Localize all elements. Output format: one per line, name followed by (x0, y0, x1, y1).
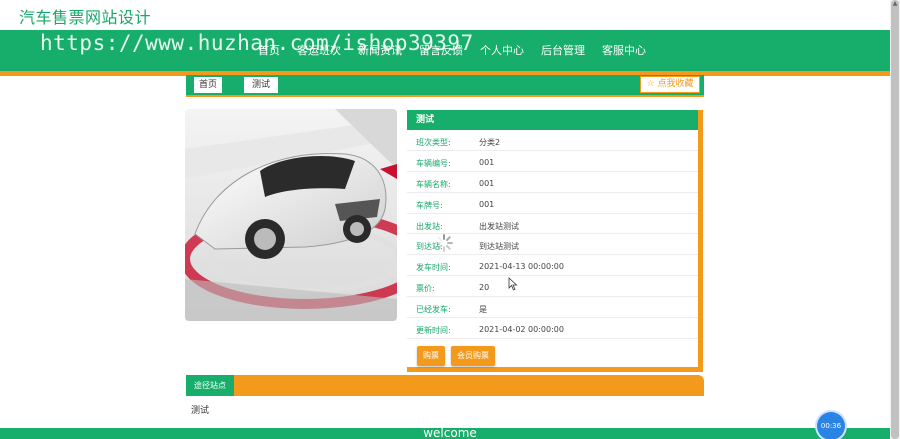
nav-item-feedback[interactable]: 留言反馈 (419, 42, 463, 58)
top-bar: 汽车售票网站设计 (0, 0, 890, 30)
breadcrumb-bar: 首页 测试 ☆ 点我收藏 (186, 75, 704, 97)
detail-row: 发车时间: 2021-04-13 00:00:00 (407, 255, 698, 277)
nav-item-news[interactable]: 新闻资讯 (358, 42, 402, 58)
loading-spinner-icon (434, 233, 454, 253)
detail-title: 测试 (407, 110, 698, 130)
timer-badge[interactable]: 00:36 (817, 412, 845, 439)
breadcrumb-current[interactable]: 测试 (244, 77, 278, 93)
nav-item-profile[interactable]: 个人中心 (480, 42, 524, 58)
row-label: 发车时间: (416, 263, 451, 273)
detail-row: 更新时间: 2021-04-02 00:00:00 (407, 318, 698, 339)
row-label: 更新时间: (416, 326, 451, 336)
row-value: 001 (479, 157, 495, 167)
scroll-up-arrow-icon[interactable]: ▲ (891, 0, 899, 8)
row-value: 2021-04-13 00:00:00 (479, 262, 564, 272)
row-label: 票价: (416, 284, 435, 294)
row-value: 20 (479, 283, 490, 293)
scrollbar-thumb[interactable] (891, 0, 899, 439)
route-stations-tab[interactable]: 途径站点 (186, 375, 234, 396)
nav-item-service[interactable]: 客服中心 (602, 42, 646, 58)
main-navbar: 首页 客运班次 新闻资讯 留言反馈 个人中心 后台管理 客服中心 (0, 30, 890, 71)
row-value: 出发站测试 (479, 221, 519, 231)
detail-row: 班次类型: 分类2 (407, 130, 698, 151)
footer-text: welcome (423, 428, 477, 439)
site-title: 汽车售票网站设计 (19, 8, 152, 27)
row-value: 到达站测试 (479, 242, 519, 252)
favorite-button[interactable]: ☆ 点我收藏 (640, 76, 700, 93)
car-illustration (185, 109, 397, 321)
row-label: 车辆名称: (416, 179, 451, 189)
footer: welcome (0, 428, 890, 439)
detail-row: 车牌号: 001 (407, 193, 698, 214)
route-stations-content: 测试 (191, 406, 210, 416)
nav-item-admin[interactable]: 后台管理 (541, 42, 585, 58)
row-label: 已经发车: (416, 305, 451, 315)
row-label: 班次类型: (416, 138, 451, 147)
row-value: 2021-04-02 00:00:00 (479, 325, 564, 335)
row-label: 车牌号: (416, 200, 443, 210)
row-value: 001 (479, 178, 495, 188)
row-value: 是 (479, 305, 487, 315)
row-label: 出发站: (416, 221, 443, 231)
mouse-pointer-icon (508, 276, 518, 291)
nav-menu: 首页 客运班次 新闻资讯 留言反馈 个人中心 后台管理 客服中心 (258, 42, 663, 58)
detail-row: 车辆名称: 001 (407, 172, 698, 193)
action-buttons: 购票 会员购票 (417, 346, 495, 366)
nav-item-home[interactable]: 首页 (258, 42, 280, 58)
row-value: 分类2 (479, 138, 501, 147)
car-photo (185, 109, 397, 321)
row-value: 001 (479, 199, 495, 209)
page-scrollbar[interactable]: ▲ (890, 0, 900, 439)
detail-row: 票价: 20 (407, 276, 698, 298)
row-label: 车辆编号: (416, 158, 451, 168)
detail-row: 已经发车: 是 (407, 297, 698, 319)
nav-item-schedules[interactable]: 客运班次 (297, 42, 341, 58)
breadcrumb-home[interactable]: 首页 (194, 77, 222, 93)
buy-ticket-button[interactable]: 购票 (417, 346, 445, 366)
detail-row: 出发站: 出发站测试 (407, 214, 698, 235)
detail-row: 车辆编号: 001 (407, 151, 698, 172)
member-buy-button[interactable]: 会员购票 (451, 346, 495, 366)
route-stations-header: 途径站点 (186, 375, 704, 396)
